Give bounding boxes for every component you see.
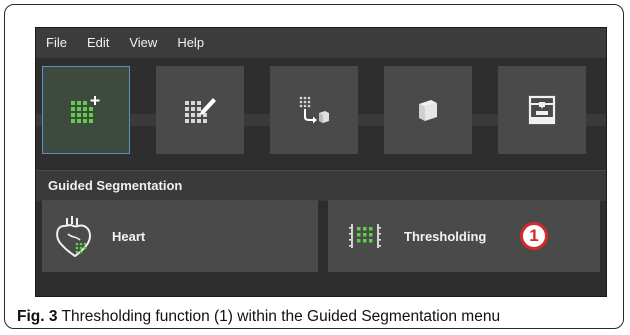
guided-segmentation-header: Guided Segmentation — [36, 170, 606, 201]
new-segmentation-button[interactable] — [42, 66, 130, 154]
menu-file[interactable]: File — [36, 28, 77, 58]
thresholding-label: Thresholding — [404, 228, 487, 244]
guided-segmentation-title: Guided Segmentation — [48, 178, 183, 193]
figure-frame: File Edit View Help Guided Segmentation … — [4, 4, 624, 329]
application-window: File Edit View Help Guided Segmentation … — [35, 27, 607, 297]
points-to-object-icon — [299, 96, 329, 124]
cube-icon — [419, 100, 437, 121]
menu-bar: File Edit View Help — [36, 28, 606, 58]
heart-button[interactable]: Heart — [42, 200, 318, 272]
points-to-object-button[interactable] — [270, 66, 358, 154]
cube-button[interactable] — [384, 66, 472, 154]
3d-print-button[interactable] — [498, 66, 586, 154]
annotation-badge: 1 — [520, 222, 548, 250]
caption-text: Thresholding function (1) within the Gui… — [57, 308, 501, 325]
edit-segmentation-icon — [185, 98, 216, 123]
menu-view[interactable]: View — [119, 28, 167, 58]
heart-label: Heart — [112, 228, 146, 244]
menu-help[interactable]: Help — [167, 28, 214, 58]
thresholding-button[interactable]: Thresholding — [328, 200, 600, 272]
heart-icon — [56, 216, 92, 258]
edit-segmentation-button[interactable] — [156, 66, 244, 154]
3d-printer-icon — [528, 95, 556, 125]
menu-edit[interactable]: Edit — [77, 28, 119, 58]
figure-caption: Fig. 3 Thresholding function (1) within … — [17, 308, 500, 326]
new-segmentation-icon — [71, 96, 100, 123]
figure-label: Fig. 3 — [17, 308, 58, 325]
thresholding-icon — [349, 224, 381, 248]
